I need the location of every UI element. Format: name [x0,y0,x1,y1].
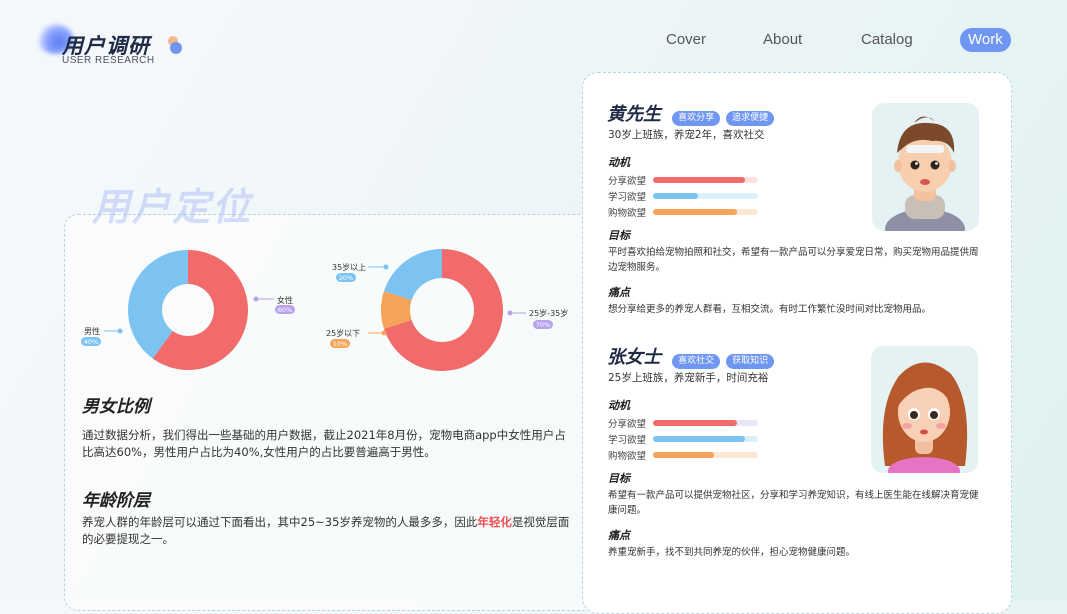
motive-bar-fill [653,177,746,183]
age-group-heading: 年龄阶层 [82,491,150,511]
pain-label: 痛点 [608,286,630,299]
section-title: 用户定位 [92,185,253,229]
legend-female: 女性 60% [253,295,295,314]
motive-bar-label: 学习欲望 [608,192,647,203]
motive-bar-fill [653,193,699,199]
motive-bar-label: 分享欲望 [608,176,647,187]
male-avatar [872,103,979,231]
motive-bar-row: 购物欲望 [608,449,768,462]
persona-tag: 喜欢分享 [672,111,721,126]
motive-bar-fill [653,209,737,215]
goal-text: 平时喜欢拍给宠物拍照和社交，希望有一款产品可以分享爱宠日常，购买宠物用品提供周边… [608,247,979,273]
nav-item-work[interactable]: Work [960,28,1011,52]
legend-over-35-value: 20% [339,274,353,282]
persona-card: 张女士 喜欢社交 获取知识 [607,343,780,369]
motive-label: 动机 [608,399,630,412]
brand-subtitle: USER RESEARCH [62,55,155,66]
persona-tag: 喜欢社交 [672,354,721,369]
persona-name: 黄先生 [607,104,661,125]
motive-bar-row: 购物欲望 [608,206,768,219]
logo-dot-icon [170,42,182,54]
motive-bar-fill [653,452,714,458]
legend-over-35-label: 35岁以上 [332,262,366,272]
goal-label: 目标 [608,229,630,242]
motive-bar-label: 购物欲望 [608,208,647,219]
motive-bar-row: 分享欲望 [608,417,768,430]
nav-item-about[interactable]: About [763,28,802,52]
persona-description: 25岁上班族，养宠新手，时间充裕 [608,372,769,384]
pain-text: 想分享给更多的养宠人群看，互相交流。有时工作繁忙没时间对比宠物用品。 [608,304,932,315]
motive-bar-row: 分享欲望 [608,174,768,187]
motive-bar-label: 学习欲望 [608,435,647,446]
gender-ratio-heading: 男女比例 [82,397,150,417]
legend-under-25: 25岁以下 10% [326,328,387,348]
persona-name: 张女士 [607,347,661,368]
goal-label: 目标 [608,472,630,485]
persona-tag: 追求便捷 [726,111,775,126]
legend-under-25-value: 10% [333,340,347,348]
persona-description: 30岁上班族，养宠2年，喜欢社交 [608,129,765,141]
persona-card: 黄先生 喜欢分享 追求便捷 [607,100,780,126]
top-nav: Cover About Catalog Work [650,28,1020,54]
motive-bar-track [653,436,758,442]
motive-bar-track [653,420,758,426]
donut-slice-3 [383,249,442,301]
legend-female-value: 60% [278,306,292,314]
age-text-part: 养宠人群的年龄层可以通过下面看出，其中25~35岁养宠物的人最多多，因此 [82,515,478,529]
motive-bar-row: 学习欲望 [608,433,768,446]
goal-text: 希望有一款产品可以提供宠物社区，分享和学习养宠知识，有线上医生能在线解决育宠健康… [608,490,979,516]
legend-25-35-value: 70% [536,321,550,329]
gender-ratio-text: 通过数据分析，我们得出一些基础的用户数据，截止2021年8月份，宠物电商app中… [82,428,566,459]
motive-bar-track [653,452,758,458]
gender-donut-chart: 女性 60% 男性 40% [81,250,295,370]
persona-tag: 获取知识 [726,354,775,369]
age-group-text: 养宠人群的年龄层可以通过下面看出，其中25~35岁养宠物的人最多多，因此年轻化是… [82,514,572,548]
nav-item-cover[interactable]: Cover [666,28,706,52]
legend-25-35-label: 25岁-35岁 [529,308,568,318]
legend-male-value: 40% [84,338,98,346]
motive-bar-label: 分享欲望 [608,419,647,430]
motive-bar-track [653,209,758,215]
pain-label: 痛点 [608,529,630,542]
brand-logo: 用户调研 USER RESEARCH [36,24,198,70]
motive-label: 动机 [608,156,630,169]
legend-female-label: 女性 [277,295,293,305]
age-donut-chart: 25岁-35岁 70% 25岁以下 10% 35岁以上 20% [326,249,568,371]
motive-bar-fill [653,436,746,442]
pain-text: 养重宠新手，找不到共同养宠的伙伴，担心宠物健康问题。 [608,547,856,558]
legend-male: 男性 40% [81,326,123,346]
motive-bar-row: 学习欲望 [608,190,768,203]
legend-25-35: 25岁-35岁 70% [507,308,568,329]
motive-bar-track [653,193,758,199]
age-text-highlight: 年轻化 [477,515,512,529]
legend-under-25-label: 25岁以下 [326,328,360,338]
motive-bar-label: 购物欲望 [608,451,647,462]
legend-over-35: 35岁以上 20% [332,262,389,282]
nav-item-catalog[interactable]: Catalog [861,28,913,52]
motive-bar-fill [653,420,737,426]
legend-male-label: 男性 [84,326,100,336]
female-avatar [871,346,978,473]
motive-bar-track [653,177,758,183]
